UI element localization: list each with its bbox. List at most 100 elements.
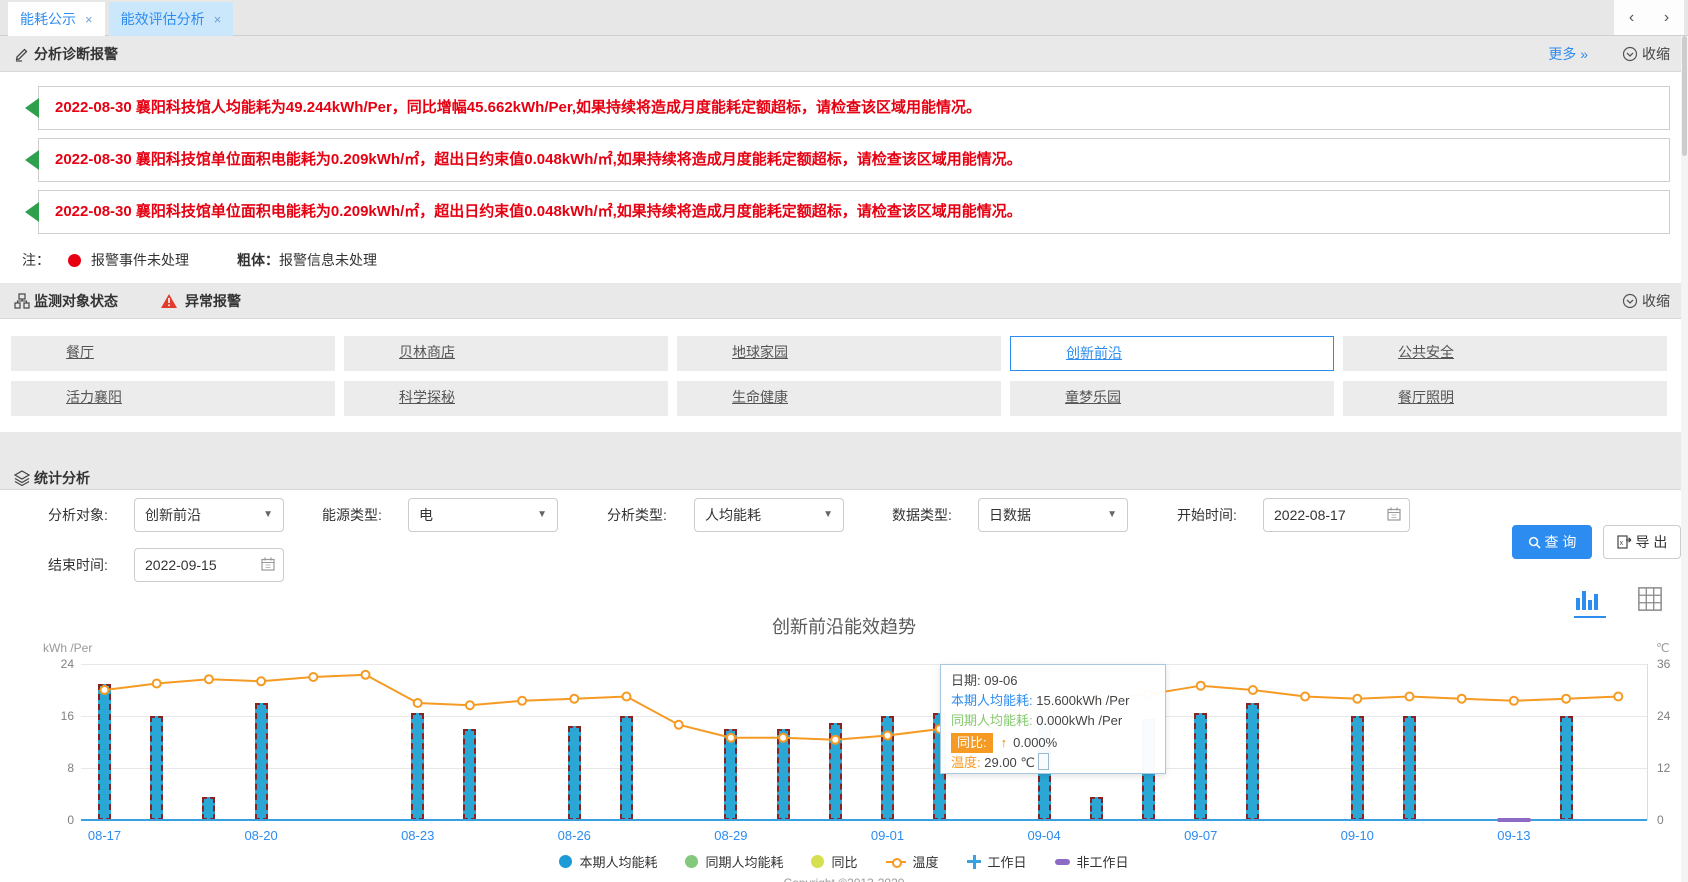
tooltip-ratio-value: 0.000% <box>1013 735 1057 750</box>
select-分析类型[interactable]: 人均能耗▼ <box>694 498 844 532</box>
tooltip-date-value: 09-06 <box>984 673 1017 688</box>
chart-title: 创新前沿能效趋势 <box>0 613 1688 639</box>
legend-label: 同比 <box>831 852 857 871</box>
legend-item-本期人均能耗[interactable]: 本期人均能耗 <box>559 852 657 871</box>
query-button[interactable]: 查 询 <box>1512 525 1592 559</box>
monitor-button-科学探秘[interactable]: 科学探秘 <box>344 381 668 416</box>
tab-scroll-left-icon[interactable]: ‹ <box>1629 9 1634 27</box>
legend-plus-icon <box>967 855 981 869</box>
bar-08-29[interactable] <box>724 729 737 820</box>
legend-circle-icon <box>559 855 572 868</box>
legend-item-同比[interactable]: 同比 <box>811 852 857 871</box>
filter-label: 数据类型: <box>892 497 952 533</box>
bar-08-26[interactable] <box>568 726 581 820</box>
monitor-button-童梦乐园[interactable]: 童梦乐园 <box>1010 381 1334 416</box>
y-right-tick: 12 <box>1657 761 1670 775</box>
x-axis-label: 09-13 <box>1484 828 1544 843</box>
tab-close-icon[interactable]: × <box>214 12 222 27</box>
export-excel-icon: x <box>1617 535 1632 549</box>
filter-label: 分析类型: <box>607 497 667 533</box>
export-button[interactable]: x导 出 <box>1603 525 1681 559</box>
tooltip-temp-label: 温度: <box>951 755 981 770</box>
monitor-button-label: 活力襄阳 <box>66 389 122 405</box>
scrollbar[interactable] <box>1681 36 1688 882</box>
monitor-button-label: 餐厅 <box>66 344 94 360</box>
date-结束时间[interactable]: 2022-09-15 <box>134 548 284 582</box>
tooltip-same-period-value: 0.000kWh /Per <box>1036 713 1122 728</box>
date-开始时间[interactable]: 2022-08-17 <box>1263 498 1410 532</box>
scrollbar-thumb[interactable] <box>1682 36 1687 156</box>
monitor-button-活力襄阳[interactable]: 活力襄阳 <box>11 381 335 416</box>
bar-09-11[interactable] <box>1403 716 1416 820</box>
legend-label: 非工作日 <box>1077 852 1129 871</box>
tab-scroll-right-icon[interactable]: › <box>1664 9 1669 27</box>
select-数据类型[interactable]: 日数据▼ <box>978 498 1128 532</box>
y-right-tick: 24 <box>1657 709 1670 723</box>
legend-item-工作日[interactable]: 工作日 <box>967 852 1027 871</box>
monitor-button-label: 生命健康 <box>732 389 788 405</box>
more-link[interactable]: 更多 » <box>1548 44 1588 64</box>
y-right-tick: 36 <box>1657 657 1670 671</box>
bar-09-14[interactable] <box>1560 716 1573 820</box>
bar-09-01[interactable] <box>881 716 894 820</box>
bar-09-07[interactable] <box>1194 713 1207 820</box>
legend-item-同期人均能耗[interactable]: 同期人均能耗 <box>685 852 783 871</box>
bar-09-10[interactable] <box>1351 716 1364 820</box>
bar-08-24[interactable] <box>463 729 476 820</box>
monitor-button-贝林商店[interactable]: 贝林商店 <box>344 336 668 371</box>
monitor-objects-icon <box>14 293 30 309</box>
legend-circle-icon <box>811 855 824 868</box>
table-view-icon[interactable] <box>1636 586 1668 616</box>
monitor-button-餐厅照明[interactable]: 餐厅照明 <box>1343 381 1667 416</box>
note-bold-label: 粗体： <box>237 250 279 270</box>
tab-close-icon[interactable]: × <box>85 12 93 27</box>
bar-08-27[interactable] <box>620 716 633 820</box>
monitor-button-公共安全[interactable]: 公共安全 <box>1343 336 1667 371</box>
monitor-button-创新前沿[interactable]: 创新前沿 <box>1010 336 1334 371</box>
tab-2[interactable]: 能效评估分析× <box>109 2 234 36</box>
tooltip-current-label: 本期人均能耗: <box>951 693 1033 708</box>
monitor-button-地球家园[interactable]: 地球家园 <box>677 336 1001 371</box>
abnormal-alarm-tab[interactable]: 异常报警 <box>160 291 241 311</box>
bar-08-17[interactable] <box>98 684 111 821</box>
bar-08-30[interactable] <box>777 729 790 820</box>
bar-08-23[interactable] <box>411 713 424 820</box>
tabs: 能耗公示×能效评估分析× <box>8 2 237 36</box>
x-axis-label: 09-07 <box>1171 828 1231 843</box>
legend-item-温度[interactable]: 温度 <box>886 852 939 871</box>
select-能源类型[interactable]: 电▼ <box>408 498 558 532</box>
chevron-down-icon: ▼ <box>537 499 547 531</box>
bar-08-19[interactable] <box>202 797 215 820</box>
footer-copyright: Copyright ©2013-2020 <box>0 876 1688 882</box>
x-axis-label: 08-20 <box>231 828 291 843</box>
bar-08-18[interactable] <box>150 716 163 820</box>
monitor-collapse-button[interactable]: 收缩 <box>1622 291 1670 311</box>
filter-value: 2022-09-15 <box>145 557 217 573</box>
monitor-button-label: 童梦乐园 <box>1065 389 1121 405</box>
select-分析对象[interactable]: 创新前沿▼ <box>134 498 284 532</box>
x-axis-label: 08-29 <box>701 828 761 843</box>
alert-row: 2022-08-30 襄阳科技馆人均能耗为49.244kWh/Per，同比增幅4… <box>38 86 1670 130</box>
collapse-icon <box>1622 293 1638 309</box>
chart-legend: 本期人均能耗 同期人均能耗 同比 温度 工作日 非工作日 <box>0 852 1688 871</box>
text-cursor-box <box>1038 753 1049 770</box>
monitor-button-生命健康[interactable]: 生命健康 <box>677 381 1001 416</box>
x-axis-label: 09-10 <box>1327 828 1387 843</box>
tooltip-current-value: 15.600kWh /Per <box>1036 693 1129 708</box>
alarm-section-header: 分析诊断报警 更多 » 收缩 <box>0 36 1688 72</box>
bar-09-05[interactable] <box>1090 797 1103 820</box>
alarm-collapse-button[interactable]: 收缩 <box>1622 44 1670 64</box>
chart-tooltip: 日期: 09-06 本期人均能耗: 15.600kWh /Per 同期人均能耗:… <box>940 664 1166 774</box>
alert-text: 2022-08-30 襄阳科技馆人均能耗为49.244kWh/Per，同比增幅4… <box>55 87 981 129</box>
bar-08-31[interactable] <box>829 723 842 821</box>
bar-08-20[interactable] <box>255 703 268 820</box>
tab-1[interactable]: 能耗公示× <box>8 2 105 36</box>
search-icon <box>1528 536 1541 549</box>
legend-dash-icon <box>1055 859 1070 865</box>
legend-label: 本期人均能耗 <box>579 852 657 871</box>
app-root: 能耗公示×能效评估分析× ‹ › 分析诊断报警 更多 » 收缩 2022-08-… <box>0 0 1688 882</box>
filter-label: 开始时间: <box>1177 497 1237 533</box>
bar-09-08[interactable] <box>1246 703 1259 820</box>
legend-item-非工作日[interactable]: 非工作日 <box>1055 852 1129 871</box>
monitor-button-餐厅[interactable]: 餐厅 <box>11 336 335 371</box>
